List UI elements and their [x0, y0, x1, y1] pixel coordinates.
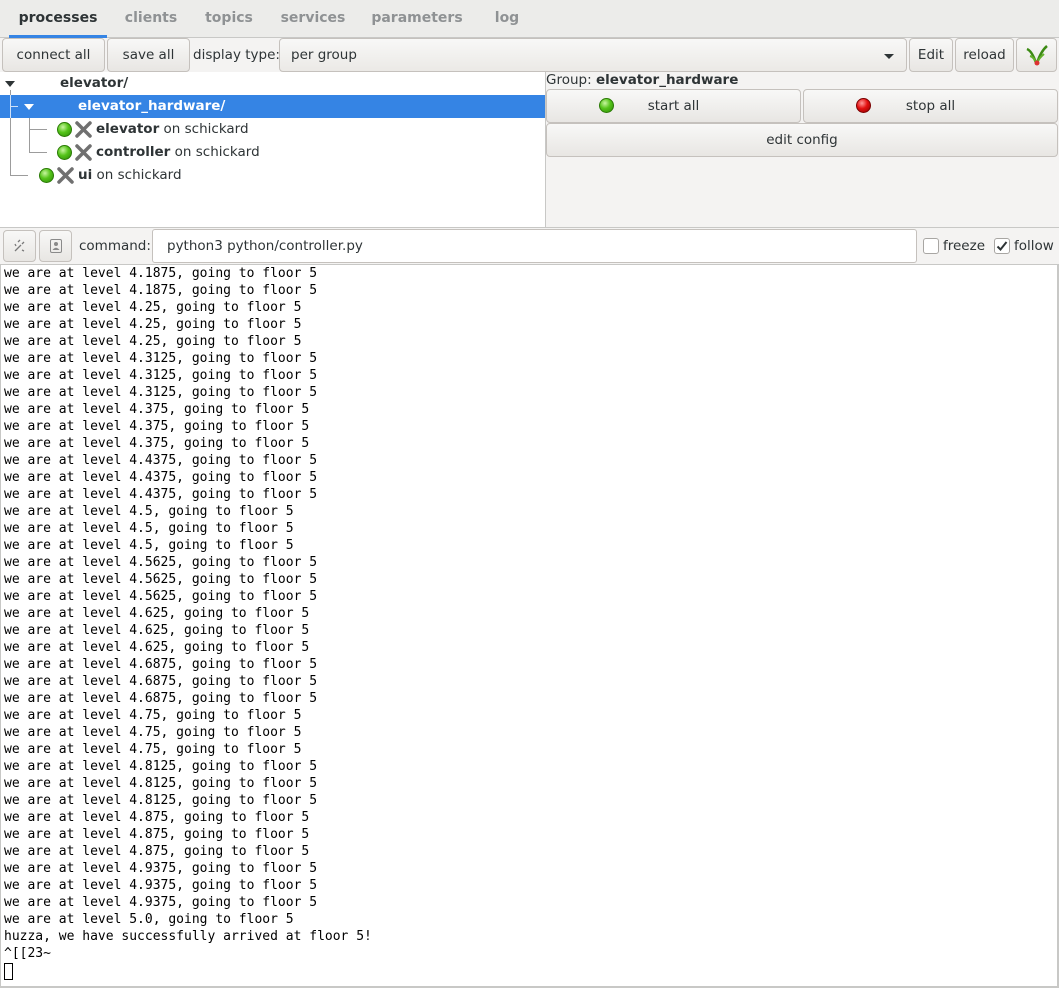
log-line: we are at level 4.875, going to floor 5: [4, 844, 310, 859]
toolbar: connect all save all display type: per g…: [0, 38, 1059, 72]
log-line: we are at level 4.875, going to floor 5: [4, 827, 310, 842]
log-line: we are at level 4.9375, going to floor 5: [4, 861, 318, 876]
log-line: we are at level 4.6875, going to floor 5: [4, 674, 318, 689]
checkmark-icon: [996, 241, 1008, 251]
log-text: we are at level 4.1875, going to floor 5…: [1, 265, 1057, 962]
tools-icon: [75, 144, 92, 161]
status-green-icon: [57, 122, 72, 137]
log-line: we are at level 4.4375, going to floor 5: [4, 470, 318, 485]
log-line: we are at level 4.5625, going to floor 5: [4, 572, 318, 587]
log-line: we are at level 4.75, going to floor 5: [4, 742, 302, 757]
log-line: we are at level 4.625, going to floor 5: [4, 606, 310, 621]
log-line: we are at level 4.1875, going to floor 5: [4, 266, 318, 281]
log-line: we are at level 4.4375, going to floor 5: [4, 487, 318, 502]
command-label: command:: [79, 238, 151, 254]
tree-row-process[interactable]: controller on schickard: [0, 141, 545, 164]
tab-parameters[interactable]: parameters: [364, 0, 470, 38]
command-bar: command: python3 python/controller.py fr…: [0, 228, 1059, 264]
user-button[interactable]: [39, 230, 72, 262]
connect-all-button[interactable]: connect all: [2, 38, 105, 72]
output-log[interactable]: we are at level 4.1875, going to floor 5…: [0, 264, 1059, 988]
log-line: we are at level 4.625, going to floor 5: [4, 640, 310, 655]
tab-topics[interactable]: topics: [196, 0, 262, 38]
command-input[interactable]: python3 python/controller.py: [152, 229, 917, 263]
process-label: controller on schickard: [96, 144, 260, 160]
log-line: we are at level 4.75, going to floor 5: [4, 708, 302, 723]
log-line: we are at level 4.8125, going to floor 5: [4, 776, 318, 791]
tree-row-process[interactable]: ui on schickard: [0, 164, 545, 187]
start-all-button[interactable]: start all: [546, 89, 801, 123]
tools-icon: [57, 167, 74, 184]
log-line: huzza, we have successfully arrived at f…: [4, 929, 372, 944]
tree-row-root[interactable]: elevator/: [0, 72, 545, 95]
tree-row-group[interactable]: elevator_hardware/: [0, 95, 545, 118]
log-line: we are at level 4.75, going to floor 5: [4, 725, 302, 740]
process-label: ui on schickard: [78, 167, 182, 183]
app-menu-button[interactable]: [1016, 38, 1057, 72]
tree-line: [10, 106, 18, 107]
log-line: we are at level 4.9375, going to floor 5: [4, 895, 318, 910]
stop-all-button[interactable]: stop all: [803, 89, 1058, 123]
log-line: we are at level 4.8125, going to floor 5: [4, 759, 318, 774]
follow-label: follow: [1014, 238, 1054, 254]
log-line: we are at level 4.25, going to floor 5: [4, 334, 302, 349]
leaf-logo-icon: [1026, 45, 1048, 66]
user-icon: [50, 239, 62, 253]
display-type-select[interactable]: per group: [279, 38, 907, 72]
group-panel: Group: elevator_hardware start all stop …: [546, 72, 1059, 228]
terminal-cursor: [4, 963, 13, 980]
follow-checkbox[interactable]: [994, 238, 1010, 254]
tree-row-process[interactable]: elevator on schickard: [0, 118, 545, 141]
process-tree: elevator/ elevator_hardware/ elevator on…: [0, 72, 546, 228]
status-green-icon: [57, 145, 72, 160]
tree-group-label: elevator_hardware/: [78, 98, 226, 114]
log-line: we are at level 4.375, going to floor 5: [4, 436, 310, 451]
clear-output-button[interactable]: [3, 230, 36, 262]
log-line: we are at level 4.375, going to floor 5: [4, 419, 310, 434]
reload-button[interactable]: reload: [955, 38, 1014, 72]
tab-log[interactable]: log: [484, 0, 530, 38]
expander-icon[interactable]: [24, 104, 34, 110]
log-line: we are at level 4.875, going to floor 5: [4, 810, 310, 825]
tools-icon: [75, 121, 92, 138]
log-line: we are at level 4.5625, going to floor 5: [4, 555, 318, 570]
save-all-button[interactable]: save all: [107, 38, 190, 72]
tab-bar: processes clients topics services parame…: [0, 0, 1059, 38]
tab-processes[interactable]: processes: [9, 0, 107, 38]
tab-clients[interactable]: clients: [117, 0, 185, 38]
log-line: we are at level 4.8125, going to floor 5: [4, 793, 318, 808]
log-line: we are at level 4.6875, going to floor 5: [4, 657, 318, 672]
log-line: we are at level 4.5625, going to floor 5: [4, 589, 318, 604]
freeze-label: freeze: [943, 238, 986, 254]
chevron-down-icon: [884, 54, 894, 59]
freeze-checkbox[interactable]: [923, 238, 939, 254]
log-line: we are at level 4.1875, going to floor 5: [4, 283, 318, 298]
tree-root-label: elevator/: [60, 75, 129, 91]
process-label: elevator on schickard: [96, 121, 249, 137]
log-line: we are at level 4.625, going to floor 5: [4, 623, 310, 638]
edit-config-button[interactable]: edit config: [546, 123, 1058, 157]
log-line: we are at level 4.5, going to floor 5: [4, 538, 294, 553]
expander-icon[interactable]: [5, 81, 15, 87]
log-line: we are at level 4.3125, going to floor 5: [4, 385, 318, 400]
display-type-label: display type:: [193, 47, 280, 63]
edit-button[interactable]: Edit: [909, 38, 953, 72]
clear-icon: [14, 239, 25, 252]
status-green-icon: [39, 168, 54, 183]
group-title: Group: elevator_hardware: [546, 72, 739, 88]
tab-services[interactable]: services: [272, 0, 354, 38]
log-line: we are at level 4.3125, going to floor 5: [4, 368, 318, 383]
log-line: we are at level 4.4375, going to floor 5: [4, 453, 318, 468]
log-line: we are at level 4.375, going to floor 5: [4, 402, 310, 417]
log-line: we are at level 4.6875, going to floor 5: [4, 691, 318, 706]
log-line: we are at level 4.25, going to floor 5: [4, 300, 302, 315]
log-line: we are at level 4.5, going to floor 5: [4, 504, 294, 519]
display-type-value: per group: [291, 47, 357, 63]
log-line: we are at level 5.0, going to floor 5: [4, 912, 294, 927]
log-line: we are at level 4.25, going to floor 5: [4, 317, 302, 332]
log-line: we are at level 4.9375, going to floor 5: [4, 878, 318, 893]
log-line: we are at level 4.5, going to floor 5: [4, 521, 294, 536]
log-line: ^[[23~: [4, 946, 51, 961]
log-line: we are at level 4.3125, going to floor 5: [4, 351, 318, 366]
